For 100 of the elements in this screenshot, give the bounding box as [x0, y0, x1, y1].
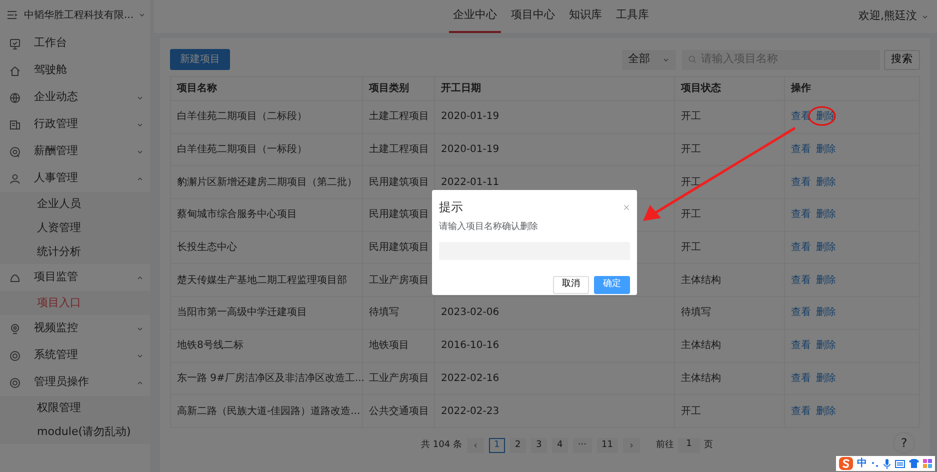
page-button[interactable]: 3 [530, 438, 547, 454]
view-link[interactable]: 查看 [791, 274, 811, 286]
target-icon [9, 350, 21, 362]
table-cell: 2020-01-19 [434, 133, 674, 166]
table-cell: 2016-10-16 [434, 329, 674, 362]
view-link[interactable]: 查看 [791, 340, 811, 352]
sidebar-item[interactable]: 视频监控 [0, 315, 150, 342]
nav-tab[interactable]: 知识库 [565, 0, 606, 33]
chevron-right-icon [628, 442, 635, 450]
user-menu[interactable]: 欢迎,熊廷汶 [858, 8, 929, 25]
person-icon [9, 172, 21, 184]
view-link[interactable]: 查看 [791, 209, 811, 220]
submenu-item[interactable]: 企业人员 [0, 192, 150, 216]
cloud-icon [9, 272, 21, 284]
table-cell: 高新二路（民族大道-佳园路）道路改造... [170, 394, 362, 428]
nav-tab[interactable]: 项目中心 [507, 0, 559, 33]
confirm-button[interactable]: 确定 [594, 276, 630, 294]
company-name: 中韬华胜工程科技有限... [24, 8, 135, 22]
filter-select[interactable]: 全部 [622, 50, 676, 70]
table-cell: 东一路 9#厂房洁净区及非洁净区改造工... [170, 362, 362, 395]
delete-link[interactable]: 删除 [816, 144, 836, 156]
page-button[interactable]: 1 [488, 438, 505, 454]
cancel-button[interactable]: 取消 [553, 276, 589, 294]
view-link[interactable]: 查看 [791, 242, 811, 254]
chevron-down-icon [138, 11, 146, 19]
keyboard-icon[interactable] [895, 460, 905, 468]
grid-icon[interactable] [923, 459, 932, 468]
view-link[interactable]: 查看 [791, 406, 811, 417]
page-input[interactable]: 1 [678, 438, 700, 454]
globe-icon [9, 92, 21, 104]
sidebar-item[interactable]: 行政管理 [0, 111, 150, 138]
table-cell: 白羊佳苑二期项目（二标段） [170, 100, 362, 134]
table-cell: 2022-02-16 [434, 362, 674, 395]
table-cell: 开工 [674, 198, 784, 232]
close-icon[interactable] [623, 204, 630, 210]
total-count: 共 104 条 [421, 439, 462, 452]
table-cell: 2023-02-06 [434, 296, 674, 330]
submenu-item[interactable]: 权限管理 [0, 396, 150, 420]
sidebar-item[interactable]: 薪酬管理 [0, 138, 150, 165]
microphone-icon[interactable] [883, 458, 891, 468]
page-button[interactable]: ··· [572, 438, 592, 454]
view-link[interactable]: 查看 [791, 372, 811, 384]
submenu-item[interactable]: module(请勿乱动) [0, 420, 150, 444]
page-button[interactable]: 2 [510, 438, 526, 454]
table-cell: 地铁项目 [362, 329, 434, 362]
table-cell: 当阳市第一高级中学迁建项目 [170, 296, 362, 330]
shirt-icon[interactable] [909, 459, 919, 468]
table-cell: 2020-01-19 [434, 100, 674, 134]
table-cell: 主体结构 [674, 329, 784, 362]
delete-link[interactable]: 删除 [816, 340, 836, 352]
jump-label: 前往 [656, 439, 674, 452]
nav-tab[interactable]: 企业中心 [449, 0, 501, 33]
delete-link[interactable]: 删除 [816, 176, 836, 188]
sidebar-item[interactable]: 项目监管 [0, 264, 150, 291]
table-cell: 豹澥片区新增还建房二期项目（第二批） [170, 166, 362, 199]
delete-link[interactable]: 删除 [816, 274, 836, 286]
submenu-item[interactable]: 统计分析 [0, 240, 150, 264]
table-cell: 开工 [674, 231, 784, 264]
table-cell: 主体结构 [674, 264, 784, 297]
column-header: 开工日期 [434, 76, 674, 100]
delete-link[interactable]: 删除 [816, 372, 836, 384]
ime-mode-toggle[interactable]: 中 [857, 456, 867, 471]
column-header: 项目名称 [170, 76, 362, 100]
table-cell: 2022-02-23 [434, 394, 674, 428]
dialog-message: 请输入项目名称确认删除 [439, 221, 539, 234]
table-cell: 楚天传媒生产基地二期工程监理项目部 [170, 264, 362, 297]
table-cell: 开工 [674, 166, 784, 199]
ime-logo-icon[interactable] [839, 457, 853, 470]
dialog-title: 提示 [439, 199, 464, 216]
table-cell: 土建工程项目 [362, 100, 434, 134]
search-icon [688, 55, 697, 64]
document-icon [9, 118, 21, 130]
view-link[interactable]: 查看 [791, 307, 811, 318]
page-button[interactable]: 11 [596, 438, 618, 454]
sidebar-item[interactable]: 企业动态 [0, 84, 150, 111]
table-cell: 待填写 [674, 296, 784, 330]
menu-icon[interactable] [6, 9, 18, 21]
sidebar-item[interactable]: 人事管理 [0, 165, 150, 192]
table-cell: 开工 [674, 394, 784, 428]
nav-tab[interactable]: 工具库 [612, 0, 653, 33]
delete-link[interactable]: 删除 [816, 406, 836, 417]
delete-link[interactable]: 删除 [816, 242, 836, 254]
page-suffix: 页 [704, 439, 713, 452]
punctuation-icon[interactable] [871, 460, 879, 468]
page-button[interactable]: 4 [552, 438, 568, 454]
sidebar-item[interactable]: 驾驶舱 [0, 57, 150, 84]
delete-link[interactable]: 删除 [816, 307, 836, 318]
table-cell: 主体结构 [674, 362, 784, 395]
sidebar-item[interactable]: 管理员操作 [0, 369, 150, 396]
view-link[interactable]: 查看 [791, 144, 811, 156]
search-button[interactable]: 搜索 [884, 50, 920, 70]
target-icon [9, 376, 21, 388]
submenu-item[interactable]: 人资管理 [0, 216, 150, 240]
delete-link[interactable]: 删除 [816, 209, 836, 220]
new-project-button[interactable]: 新建项目 [170, 49, 230, 70]
submenu-item[interactable]: 项目入口 [0, 291, 150, 315]
view-link[interactable]: 查看 [791, 176, 811, 188]
sidebar-item[interactable]: 系统管理 [0, 342, 150, 369]
sidebar-item[interactable]: 工作台 [0, 30, 150, 57]
table-cell: 开工 [674, 133, 784, 166]
